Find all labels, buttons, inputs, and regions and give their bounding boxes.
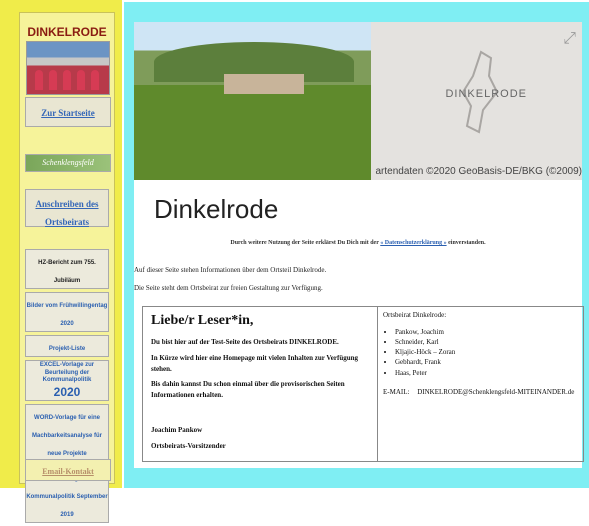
intro-line-1: Auf dieser Seite stehen Informationen üb… bbox=[134, 266, 327, 274]
map-credit: artendaten ©2020 GeoBasis-DE/BKG (©2009) bbox=[375, 166, 582, 177]
email-contact-link[interactable]: Email-Kontakt bbox=[42, 467, 94, 476]
member-item: Haas, Peter bbox=[395, 368, 581, 378]
link-tiles: HZ-Bericht zum 755. Jubiläum Bilder vom … bbox=[25, 249, 109, 526]
map-place-label: DINKELRODE bbox=[445, 88, 527, 100]
intro-line-2: Die Seite steht dem Ortsbeirat zur freie… bbox=[134, 284, 323, 292]
banner: Dinkelrode bbox=[134, 180, 582, 236]
letter-column: Liebe/r Leser*in, Du bist hier auf der T… bbox=[143, 307, 378, 461]
email-line: E-MAIL: DINKELRODE@Schenklengsfeld-MITEI… bbox=[383, 388, 581, 396]
signature-name: Joachim Pankow bbox=[151, 426, 203, 434]
main-content: ⤢ DINKELRODE artendaten ©2020 GeoBasis-D… bbox=[134, 22, 584, 468]
letter-p3: Bis dahin kannst Du schon einmal über di… bbox=[151, 380, 345, 399]
start-link-box[interactable]: Zur Startseite bbox=[25, 97, 111, 127]
member-item: Kljajic-Höck – Zoran bbox=[395, 347, 581, 357]
village-photo bbox=[134, 22, 371, 180]
tile-label[interactable]: HZ-Bericht zum 755. Jubiläum bbox=[38, 260, 96, 284]
write-council-link[interactable]: Anschreiben des Ortsbeirats bbox=[35, 199, 98, 227]
email-label: E-MAIL: bbox=[383, 387, 410, 396]
notice-prefix: Durch weitere Nutzung der Seite erklärst… bbox=[230, 240, 379, 246]
sidebar-panel: DINKELRODE Zur Startseite Schenklengsfel… bbox=[19, 12, 115, 523]
map-outline bbox=[461, 50, 499, 134]
member-item: Gebhardt, Frank bbox=[395, 357, 581, 367]
member-list: Pankow, Joachim Schneider, Karl Kljajic-… bbox=[395, 327, 581, 378]
tile-hz-bericht[interactable]: HZ-Bericht zum 755. Jubiläum bbox=[25, 249, 109, 289]
tile-label[interactable]: EXCEL-Vorlage zur Beurteilung der Kommun… bbox=[26, 362, 108, 385]
privacy-notice: Durch weitere Nutzung der Seite erklärst… bbox=[134, 240, 582, 246]
member-item: Schneider, Karl bbox=[395, 337, 581, 347]
tile-projekt-liste[interactable]: Projekt-Liste bbox=[25, 335, 109, 357]
sidebar: DINKELRODE Zur Startseite Schenklengsfel… bbox=[0, 0, 122, 523]
tile-bilder[interactable]: Bilder vom Frühwillingentag 2020 bbox=[25, 292, 109, 332]
notice-suffix: einverstanden. bbox=[448, 240, 486, 246]
email-address[interactable]: DINKELRODE@Schenklengsfeld-MITEINANDER.d… bbox=[417, 388, 574, 396]
expand-icon[interactable]: ⤢ bbox=[563, 30, 576, 48]
board-heading: Ortsbeirat Dinkelrode: bbox=[383, 311, 447, 319]
letter-p2: In Kürze wird hier eine Homepage mit vie… bbox=[151, 354, 359, 373]
member-item: Pankow, Joachim bbox=[395, 327, 581, 337]
letter-p1: Du bist hier auf der Test-Seite des Orts… bbox=[151, 338, 339, 346]
start-link[interactable]: Zur Startseite bbox=[41, 108, 95, 118]
page-title: Dinkelrode bbox=[154, 194, 279, 224]
write-link-box[interactable]: Anschreiben des Ortsbeirats bbox=[25, 189, 109, 227]
board-column: Ortsbeirat Dinkelrode: Pankow, Joachim S… bbox=[383, 311, 581, 396]
greeting: Liebe/r Leser*in, bbox=[151, 313, 254, 328]
site-title: DINKELRODE bbox=[27, 25, 107, 39]
info-table: Liebe/r Leser*in, Du bist hier auf der T… bbox=[142, 306, 584, 462]
tile-word-vorlage[interactable]: WORD-Vorlage für eine Machbarkeitsanalys… bbox=[25, 403, 109, 462]
signature-role: Ortsbeirats-Vorsitzender bbox=[151, 442, 226, 450]
tile-year[interactable]: 2020 bbox=[26, 385, 108, 399]
schenklengsfeld-logo[interactable]: Schenklengsfeld bbox=[25, 154, 111, 172]
tile-label[interactable]: WORD-Vorlage für eine Machbarkeitsanalys… bbox=[32, 415, 102, 457]
privacy-link[interactable]: « Datenschutzerklärung » bbox=[380, 240, 446, 246]
map-panel[interactable]: ⤢ DINKELRODE artendaten ©2020 GeoBasis-D… bbox=[371, 22, 582, 180]
email-contact-box[interactable]: Email-Kontakt bbox=[25, 459, 111, 481]
tile-label[interactable]: Projekt-Liste bbox=[49, 346, 85, 352]
tile-label[interactable]: Bilder vom Frühwillingentag 2020 bbox=[27, 303, 108, 327]
tile-excel-vorlage[interactable]: EXCEL-Vorlage zur Beurteilung der Kommun… bbox=[25, 360, 109, 401]
group-photo bbox=[26, 41, 110, 95]
